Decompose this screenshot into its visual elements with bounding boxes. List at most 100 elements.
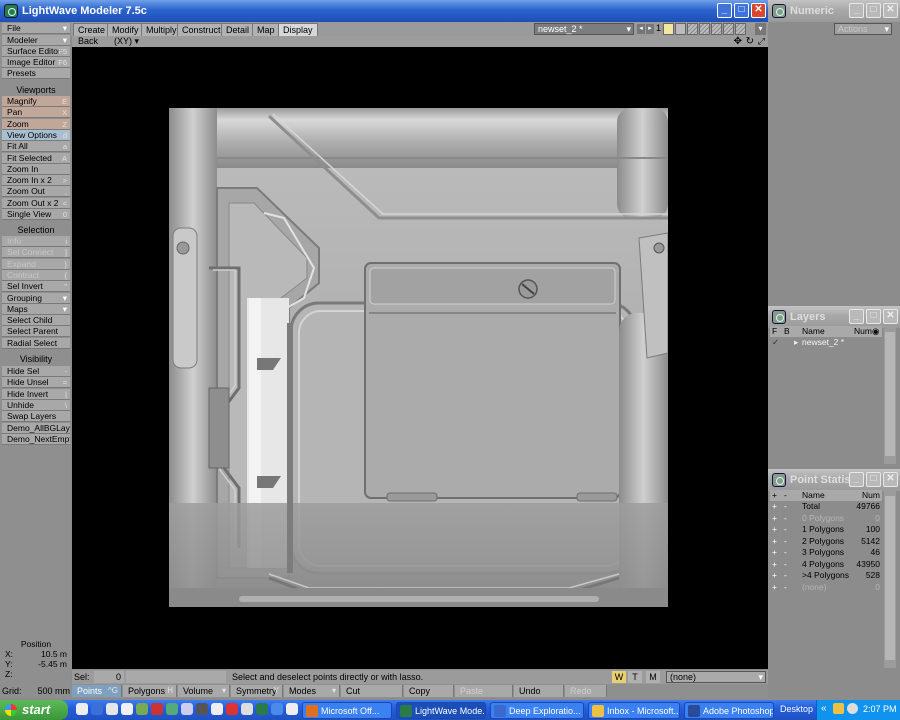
tab-multiply[interactable]: Multiply [141,23,182,36]
zoom-out-x-2-button[interactable]: Zoom Out x 2 < [2,197,70,209]
quicklaunch-app2-icon[interactable] [151,703,163,715]
quicklaunch-ie-icon[interactable] [91,703,103,715]
layer-row[interactable]: ✓ ▸ newset_2 * [770,337,882,348]
add-selection-icon[interactable]: + [772,524,777,535]
layer-visible-check-icon[interactable]: ✓ [772,337,779,348]
tray-volume-icon[interactable] [847,703,858,714]
taskbar-task-lightwave-mode[interactable]: LightWave Mode... [396,702,486,719]
numeric-titlebar[interactable]: Numeric _ □ ✕ [768,0,900,22]
point-stats-titlebar[interactable]: Point Statis... _ □ ✕ [768,469,900,491]
demo-allbglay-button[interactable]: Demo_AllBGLay [2,422,70,434]
cut-mode-button[interactable]: Cut [341,685,403,697]
add-selection-icon[interactable]: + [772,570,777,581]
contract-button[interactable]: Contract { [2,269,70,281]
tray-expand-icon[interactable]: « [821,703,827,714]
start-button[interactable]: start [0,700,68,720]
tab-detail[interactable]: Detail [221,23,255,36]
add-selection-icon[interactable]: + [772,536,777,547]
sel-invert-button[interactable]: Sel Invert " [2,281,70,293]
stats-row[interactable]: + - 4 Polygons 43950 [770,559,882,570]
quicklaunch-app1-icon[interactable] [136,703,148,715]
quicklaunch-app9-icon[interactable] [271,703,283,715]
point-stats-close-button[interactable]: ✕ [883,472,898,487]
paste-mode-button[interactable]: Paste [455,685,513,697]
move-view-icon[interactable]: ✥ [734,36,742,47]
quicklaunch-app10-icon[interactable] [286,703,298,715]
zoom-in-x-2-button[interactable]: Zoom In x 2 > [2,175,70,187]
quicklaunch-app8-icon[interactable] [241,703,253,715]
stats-row[interactable]: + - 1 Polygons 100 [770,524,882,535]
layers-maximize-button[interactable]: □ [866,309,881,324]
copy-mode-button[interactable]: Copy [404,685,454,697]
hide-unsel-button[interactable]: Hide Unsel = [2,377,70,389]
single-view-button[interactable]: Single View 0 [2,209,70,220]
tab-construct[interactable]: Construct [177,23,226,36]
add-selection-icon[interactable]: + [772,582,777,593]
tray-outlook-icon[interactable] [833,703,844,714]
quicklaunch-app5-icon[interactable] [196,703,208,715]
surface-dropdown[interactable]: (none) [666,671,766,683]
view-options-button[interactable]: View Options d [2,129,70,141]
symmetry-mode-button[interactable]: Symmetry Y [231,685,283,697]
point-stats-maximize-button[interactable]: □ [866,472,881,487]
quicklaunch-app6-icon[interactable] [211,703,223,715]
next-layer-icon[interactable]: ▸ [646,24,654,34]
pan-button[interactable]: Pan X [2,107,70,119]
tab-modify[interactable]: Modify [107,23,144,36]
layers-scrollbar[interactable] [884,326,896,464]
object-select-dropdown[interactable]: newset_2 * [534,23,634,35]
remove-selection-icon[interactable]: - [784,570,787,581]
modeler-menu[interactable]: Modeler [2,35,70,46]
rotate-view-icon[interactable]: ↻ [746,36,754,47]
remove-selection-icon[interactable]: - [784,547,787,558]
quicklaunch-app3-icon[interactable] [166,703,178,715]
demo-nextempt-button[interactable]: Demo_NextEmpt [2,433,70,445]
surface-editor-button[interactable]: Surface Editor F5 [2,46,70,57]
hide-sel-button[interactable]: Hide Sel - [2,366,70,377]
stats-row[interactable]: + - 0 Polygons 0 [770,513,882,524]
remove-selection-icon[interactable]: - [784,582,787,593]
back-view-label[interactable]: Back [78,36,98,47]
quicklaunch-lightwave-icon[interactable] [256,703,268,715]
volume-mode-button[interactable]: Volume ▾ [178,685,230,697]
swap-layers-button[interactable]: Swap Layers [2,411,70,423]
polygons-mode-button[interactable]: Polygons H [123,685,177,697]
radial-select-button[interactable]: Radial Select [2,337,70,349]
taskbar-task-inbox-microsoft[interactable]: Inbox - Microsoft... [588,702,680,719]
numeric-actions-dropdown[interactable]: Actions [834,23,892,35]
fit-all-button[interactable]: Fit All a [2,141,70,153]
layers-titlebar[interactable]: Layers _ □ ✕ [768,306,900,328]
layers-close-button[interactable]: ✕ [883,309,898,324]
zoom-view-icon[interactable]: ⤢ [758,36,765,47]
quicklaunch-explorer-icon[interactable] [76,703,88,715]
layers-minimize-button[interactable]: _ [849,309,864,324]
modes-mode-button[interactable]: Modes ▾ [284,685,340,697]
numeric-close-button[interactable]: ✕ [883,3,898,18]
taskbar-task-adobe-photoshop[interactable]: Adobe Photoshop [684,702,774,719]
zoom-in-button[interactable]: Zoom In. [2,163,70,175]
add-selection-icon[interactable]: + [772,513,777,524]
unhide-button[interactable]: Unhide \ [2,399,70,411]
file-menu[interactable]: File [2,23,70,34]
close-button[interactable]: ✕ [751,3,766,18]
grouping-button[interactable]: Grouping [2,292,70,304]
layer-expand-icon[interactable]: ▸ [794,337,798,348]
remove-selection-icon[interactable]: - [784,524,787,535]
expand-button[interactable]: Expand} [2,258,70,270]
quicklaunch-desktop-icon[interactable] [106,703,118,715]
remove-selection-icon[interactable]: - [784,501,787,512]
numeric-maximize-button[interactable]: □ [866,3,881,18]
minimize-button[interactable]: _ [717,3,732,18]
view-type-dropdown[interactable]: (XY) ▾ [114,36,139,47]
remove-selection-icon[interactable]: - [784,536,787,547]
quicklaunch-media-icon[interactable] [121,703,133,715]
prev-layer-icon[interactable]: ◂ [637,24,645,34]
maximize-button[interactable]: □ [734,3,749,18]
t-button[interactable]: T [628,671,642,683]
sel-connect-button[interactable]: Sel Connect] [2,247,70,259]
stats-row[interactable]: + - 3 Polygons 46 [770,547,882,558]
select-child-button[interactable]: Select Child [2,315,70,327]
tab-display[interactable]: Display [278,23,318,36]
stats-row[interactable]: + - Total 49766 [770,501,882,512]
layer-menu-icon[interactable]: ▾ [755,23,766,35]
